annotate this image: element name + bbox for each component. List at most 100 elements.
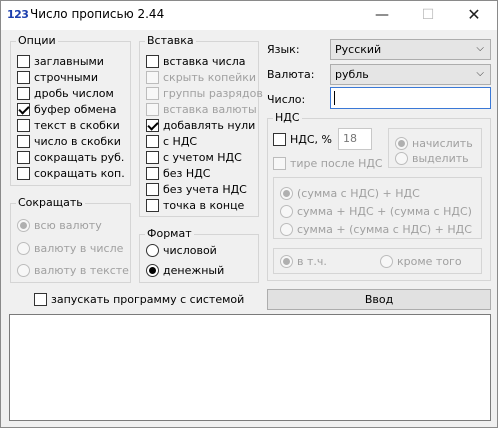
- insert-dot-checkbox[interactable]: [146, 198, 159, 212]
- vat-accrue-radio[interactable]: [395, 136, 408, 150]
- vat-percent-option[interactable]: НДС, %: [273, 131, 332, 147]
- vat-formula-1[interactable]: (сумма с НДС) + НДС: [280, 185, 420, 201]
- language-label: Язык:: [267, 43, 300, 56]
- abbr-all-currency[interactable]: всю валюту: [17, 217, 102, 233]
- insert-hide-kopecks[interactable]: скрыть копейки: [146, 69, 256, 85]
- insert-without-vat-checkbox[interactable]: [146, 166, 159, 180]
- option-abbr-kop-checkbox[interactable]: [17, 166, 30, 180]
- vat-mode-label: выделить: [412, 151, 469, 165]
- insert-label: вставка числа: [163, 54, 246, 68]
- options-group-title: Опции: [16, 34, 58, 47]
- vat-including[interactable]: в т.ч.: [280, 253, 327, 269]
- currency-value: рубль: [335, 68, 369, 81]
- insert-label: без учета НДС: [163, 182, 247, 196]
- option-abbr-kop[interactable]: сокращать коп.: [17, 165, 125, 181]
- option-label: число в скобки: [34, 134, 121, 148]
- abbr-all-radio[interactable]: [17, 218, 30, 232]
- format-numeric-radio[interactable]: [146, 243, 159, 257]
- vat-formula-2-radio[interactable]: [280, 204, 293, 218]
- vat-formula-label: сумма + НДС + (сумма с НДС): [297, 204, 472, 218]
- option-uppercase-checkbox[interactable]: [17, 54, 30, 68]
- vat-formula-1-radio[interactable]: [280, 186, 293, 200]
- option-abbr-rub-checkbox[interactable]: [17, 150, 30, 164]
- vat-including-radio[interactable]: [280, 254, 293, 268]
- vat-accrue[interactable]: начислить: [395, 135, 473, 151]
- vat-mode-panel: начислить выделить: [388, 128, 482, 168]
- abbr-number-radio[interactable]: [17, 241, 30, 255]
- option-clipboard-checkbox[interactable]: [17, 102, 30, 116]
- insert-excluding-vat[interactable]: без учета НДС: [146, 181, 247, 197]
- vat-group-title: НДС: [273, 111, 302, 124]
- vat-rate-input[interactable]: 18: [338, 128, 372, 150]
- vat-extract-radio[interactable]: [395, 151, 408, 165]
- insert-excluding-vat-checkbox[interactable]: [146, 182, 159, 196]
- vat-formula-label: сумма + (сумма с НДС) + НДС: [297, 222, 472, 236]
- result-textarea[interactable]: [9, 314, 491, 421]
- abbr-text-radio[interactable]: [17, 263, 30, 277]
- maximize-button[interactable]: ☐: [405, 1, 451, 30]
- format-numeric[interactable]: числовой: [146, 242, 217, 258]
- insert-dot-at-end[interactable]: точка в конце: [146, 197, 244, 213]
- insert-add-zeros[interactable]: добавлять нули: [146, 117, 255, 133]
- insert-digit-groups[interactable]: группы разрядов: [146, 85, 263, 101]
- insert-group-title: Вставка: [145, 34, 196, 47]
- vat-formula-2[interactable]: сумма + НДС + (сумма с НДС): [280, 203, 472, 219]
- insert-add-zeros-checkbox[interactable]: [146, 118, 159, 132]
- vat-dash-checkbox[interactable]: [273, 156, 286, 170]
- insert-number-checkbox[interactable]: [146, 54, 159, 68]
- insert-hide-kopecks-checkbox[interactable]: [146, 70, 159, 84]
- enter-button[interactable]: Ввод: [267, 289, 491, 310]
- insert-without-vat[interactable]: без НДС: [146, 165, 210, 181]
- number-input[interactable]: [330, 87, 491, 109]
- vat-besides[interactable]: кроме того: [380, 253, 462, 269]
- vat-group: НДС НДС, % 18 тире после НДС начислить в…: [267, 111, 491, 281]
- format-group: Формат числовой денежный: [139, 227, 259, 283]
- close-button[interactable]: ✕: [451, 1, 497, 30]
- vat-formula-3[interactable]: сумма + (сумма с НДС) + НДС: [280, 221, 472, 237]
- insert-label: группы разрядов: [163, 86, 263, 100]
- option-text-brackets-checkbox[interactable]: [17, 118, 30, 132]
- language-value: Русский: [335, 43, 382, 56]
- format-monetary-radio[interactable]: [146, 263, 159, 277]
- insert-label: точка в конце: [163, 198, 245, 212]
- option-number-brackets[interactable]: число в скобки: [17, 133, 121, 149]
- vat-dash-option[interactable]: тире после НДС: [273, 155, 383, 171]
- minimize-button[interactable]: —: [359, 1, 405, 30]
- insert-with-vat-checkbox[interactable]: [146, 134, 159, 148]
- vat-besides-radio[interactable]: [380, 254, 393, 268]
- option-lowercase[interactable]: строчными: [17, 69, 98, 85]
- vat-formula-3-radio[interactable]: [280, 222, 293, 236]
- abbr-label: валюту в тексте: [34, 263, 129, 277]
- insert-with-vat[interactable]: с НДС: [146, 133, 197, 149]
- vat-label: НДС, %: [290, 132, 332, 146]
- option-lowercase-checkbox[interactable]: [17, 70, 30, 84]
- title-bar[interactable]: 123 Число прописью 2.44 — ☐ ✕: [1, 1, 497, 30]
- options-group: Опции заглавными строчными дробь числом …: [10, 34, 131, 186]
- insert-number[interactable]: вставка числа: [146, 53, 246, 69]
- vat-extract[interactable]: выделить: [395, 150, 469, 166]
- option-label: сокращать руб.: [34, 150, 125, 164]
- text-caret: [334, 91, 335, 105]
- insert-currency-checkbox[interactable]: [146, 102, 159, 116]
- insert-label: с НДС: [163, 134, 198, 148]
- abbr-currency-in-text[interactable]: валюту в тексте: [17, 262, 129, 278]
- currency-select[interactable]: рубль ⌵: [330, 64, 491, 85]
- language-select[interactable]: Русский ⌵: [330, 39, 491, 60]
- option-abbr-rub[interactable]: сокращать руб.: [17, 149, 124, 165]
- option-text-brackets[interactable]: текст в скобки: [17, 117, 120, 133]
- option-clipboard[interactable]: буфер обмена: [17, 101, 116, 117]
- autostart-checkbox[interactable]: [34, 292, 47, 306]
- insert-including-vat[interactable]: с учетом НДС: [146, 149, 242, 165]
- vat-checkbox[interactable]: [273, 132, 286, 146]
- vat-inclusion-panel: в т.ч. кроме того: [273, 248, 482, 274]
- option-number-brackets-checkbox[interactable]: [17, 134, 30, 148]
- option-fraction-checkbox[interactable]: [17, 86, 30, 100]
- insert-including-vat-checkbox[interactable]: [146, 150, 159, 164]
- insert-digit-groups-checkbox[interactable]: [146, 86, 159, 100]
- autostart-option[interactable]: запускать программу с системой: [34, 291, 244, 307]
- abbr-currency-in-number[interactable]: валюту в числе: [17, 240, 123, 256]
- option-uppercase[interactable]: заглавными: [17, 53, 104, 69]
- format-monetary[interactable]: денежный: [146, 262, 224, 278]
- option-fraction-number[interactable]: дробь числом: [17, 85, 114, 101]
- insert-currency[interactable]: вставка валюты: [146, 101, 257, 117]
